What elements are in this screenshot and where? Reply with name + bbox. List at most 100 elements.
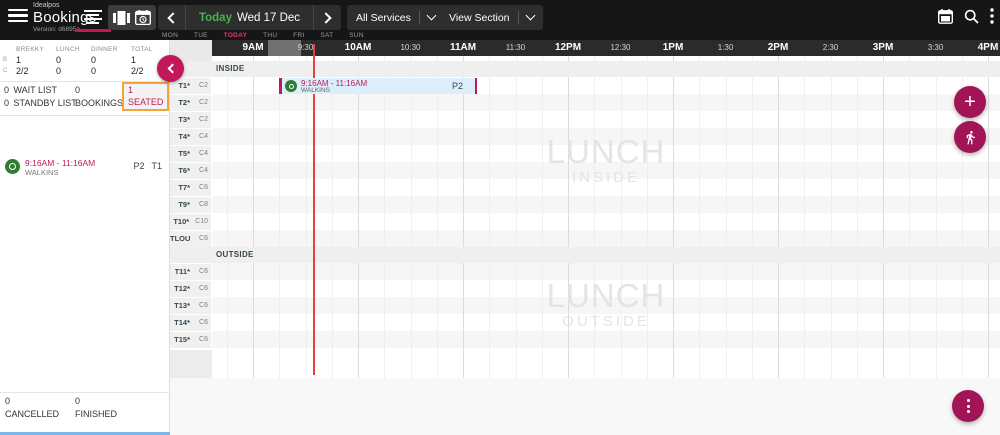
all-services-dropdown[interactable]: All Services (347, 5, 444, 30)
stats-row-covers: C 2/2 0 0 2/2 (0, 65, 170, 76)
grid-line (516, 56, 517, 378)
booking-block[interactable]: 9:16AM - 11:16AM WALKINS P2 (279, 78, 477, 94)
time-tick: 1PM (651, 40, 695, 56)
stats-row-key: C (0, 68, 16, 74)
seated-filter[interactable]: 1 SEATED (122, 82, 169, 111)
calendar-clock-view-icon[interactable] (135, 10, 151, 25)
booking-guest-name: WALKINS (301, 87, 330, 94)
time-tick: 10:30 (389, 40, 433, 56)
standby-list-count: 0 (4, 97, 11, 110)
grid-line (253, 56, 254, 378)
table-capacity: C6 (196, 268, 208, 275)
table-label-t5[interactable]: T5*C4 (170, 146, 211, 162)
grid-row-t11[interactable] (212, 263, 1000, 280)
table-name: T10* (173, 217, 189, 226)
table-label-t14[interactable]: T14* C6 (170, 315, 211, 331)
timeline-view-icon[interactable] (81, 6, 105, 26)
more-actions-button[interactable] (952, 390, 984, 422)
chevron-left-icon (167, 64, 177, 74)
section-band-inside: INSIDE (170, 61, 1000, 77)
cancelled-filter[interactable]: 0 CANCELLED (5, 395, 59, 420)
table-label-t15[interactable]: T15*C6 (170, 332, 211, 348)
grid-row-t3[interactable] (212, 111, 1000, 128)
search-icon[interactable] (964, 9, 979, 24)
day-strip-item[interactable]: SAT (320, 32, 333, 40)
grid-row-t5[interactable] (212, 145, 1000, 162)
current-date-button[interactable]: TodayWed 17 Dec (186, 12, 313, 24)
grid-row-tloun[interactable] (212, 230, 1000, 247)
booking-pax: P2 (452, 81, 463, 91)
day-strip-item[interactable]: TODAY (224, 32, 248, 40)
table-label-t2[interactable]: T2*C2 (170, 95, 211, 111)
add-walkin-button[interactable] (954, 121, 986, 153)
table-name: T14* (174, 318, 190, 327)
day-strip-item[interactable]: THU (263, 32, 277, 40)
all-services-label: All Services (356, 12, 411, 24)
day-strip-item[interactable]: SUN (349, 32, 364, 40)
grid-line (568, 56, 569, 378)
chevron-down-icon (426, 11, 436, 21)
next-day-button[interactable] (313, 5, 341, 30)
view-section-dropdown[interactable]: View Section (440, 5, 543, 30)
time-tick: 11AM (441, 40, 485, 56)
finished-count: 0 (75, 395, 117, 408)
day-strip-item[interactable]: TUE (194, 32, 208, 40)
chevron-left-icon (167, 12, 178, 23)
table-label-t3[interactable]: T3*C2 (170, 112, 211, 128)
table-label-t7[interactable]: T7*C6 (170, 180, 211, 196)
day-strip-item[interactable]: FRI (293, 32, 304, 40)
table-capacity: C6 (196, 319, 208, 326)
waitlist-counts[interactable]: 0 WAIT LIST 0 STANDBY LIST (4, 84, 77, 109)
section-band-outside: OUTSIDE (170, 247, 1000, 263)
stats-row-bookings: B 1 0 0 1 (0, 54, 170, 65)
collapse-sidebar-button[interactable] (157, 55, 184, 82)
table-label-t13[interactable]: T13*C6 (170, 298, 211, 314)
booking-list-item[interactable]: 9:16AM - 11:16AM WALKINS P2 T1 (0, 155, 170, 181)
finished-filter[interactable]: 0 FINISHED (75, 395, 117, 420)
bookings-filter[interactable]: 0 BOOKINGS (75, 84, 123, 109)
grid-row-t2[interactable] (212, 94, 1000, 111)
booking-pax: P2 (133, 161, 144, 171)
table-label-t4[interactable]: T4*C4 (170, 129, 211, 145)
standby-list-label: STANDBY LIST (14, 98, 77, 108)
seated-label: SEATED (128, 97, 163, 109)
hamburger-menu-icon[interactable] (8, 9, 28, 23)
time-tick: 4PM (966, 40, 1000, 56)
calendar-icon[interactable] (938, 9, 953, 24)
grid-row-t13[interactable] (212, 297, 1000, 314)
table-capacity: C4 (196, 150, 208, 157)
time-tick: 10AM (336, 40, 380, 56)
table-label-t12[interactable]: T12*C6 (170, 281, 211, 297)
day-strip-item[interactable]: MON (162, 32, 178, 40)
grid-row-t10[interactable] (212, 213, 1000, 230)
grid-row-t14[interactable] (212, 314, 1000, 331)
grid-row-t12[interactable] (212, 280, 1000, 297)
floor-view-icon[interactable] (113, 11, 130, 25)
grid-row-t7[interactable] (212, 179, 1000, 196)
overflow-menu-icon[interactable] (990, 8, 994, 24)
table-capacity: C4 (196, 167, 208, 174)
table-label-t6[interactable]: T6*C4 (170, 163, 211, 179)
chevron-right-icon (320, 12, 331, 23)
grid-line (463, 56, 464, 378)
grid-line (831, 56, 832, 378)
timeline-grid[interactable] (212, 56, 1000, 378)
table-label-tloun[interactable]: TLOUN...C6 (170, 231, 211, 247)
grid-row-t6[interactable] (212, 162, 1000, 179)
prev-day-button[interactable] (158, 5, 186, 30)
booking-guest-name: WALKINS (25, 168, 58, 177)
add-booking-button[interactable]: + (954, 86, 986, 118)
grid-row-t15[interactable] (212, 331, 1000, 348)
date-navigator: TodayWed 17 Dec (158, 5, 341, 30)
vertical-dots-icon (967, 399, 970, 413)
table-label-t9[interactable]: T9*C8 (170, 197, 211, 213)
table-name: T1* (178, 81, 190, 90)
time-tick: 12:30 (599, 40, 643, 56)
grid-row-t9[interactable] (212, 196, 1000, 213)
table-label-t11[interactable]: T11* C6 (170, 264, 211, 280)
time-tick: 2PM (756, 40, 800, 56)
grid-row-t4[interactable] (212, 128, 1000, 145)
table-name: T11* (175, 267, 190, 276)
table-capacity: C6 (196, 285, 208, 292)
table-label-t10[interactable]: T10*C10 (170, 214, 211, 230)
